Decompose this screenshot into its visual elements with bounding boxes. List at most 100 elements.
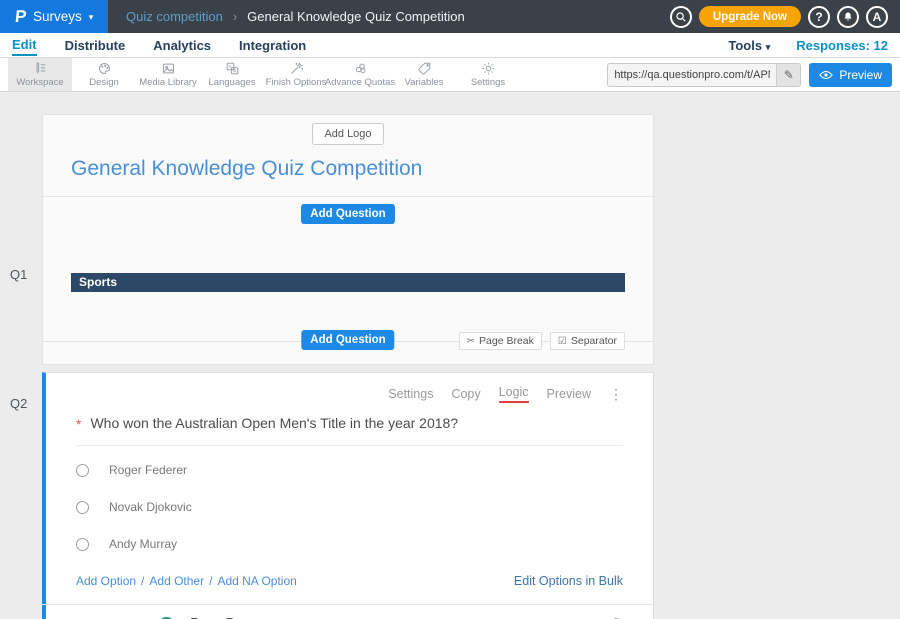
question-copy-link[interactable]: Copy bbox=[451, 387, 480, 401]
toolbar-label: Workspace bbox=[16, 77, 63, 88]
tools-menu[interactable]: Tools ▾ bbox=[728, 38, 770, 53]
toolbar-item-languages[interactable]: xA Languages bbox=[200, 58, 264, 91]
toolbar-item-variables[interactable]: Variables bbox=[392, 58, 456, 91]
more-options-icon[interactable]: ⋮ bbox=[609, 386, 623, 403]
responses-count[interactable]: Responses: 12 bbox=[796, 38, 888, 53]
question-logic-link[interactable]: Logic bbox=[499, 385, 529, 403]
add-question-button[interactable]: Add Question bbox=[301, 204, 394, 224]
toolbar-item-finish-options[interactable]: Finish Options bbox=[264, 58, 328, 91]
add-option-links: Add Option / Add Other / Add NA Option bbox=[76, 574, 297, 588]
card-footer-row: Add Question ✂ Page Break ☑ Separator bbox=[43, 330, 653, 354]
breadcrumb-parent[interactable]: Quiz competition bbox=[126, 9, 223, 24]
survey-header-card: Add Logo General Knowledge Quiz Competit… bbox=[42, 114, 654, 365]
navrow-right: Tools ▾ Responses: 12 bbox=[728, 38, 888, 53]
preview-button[interactable]: Preview bbox=[809, 63, 892, 87]
option-label[interactable]: Andy Murray bbox=[109, 537, 177, 551]
tab-integration[interactable]: Integration bbox=[239, 36, 306, 55]
option-label[interactable]: Roger Federer bbox=[109, 463, 187, 477]
chevron-down-icon: ▾ bbox=[766, 42, 771, 52]
edit-options-in-bulk-link[interactable]: Edit Options in Bulk bbox=[514, 574, 623, 588]
breadcrumb: Quiz competition › General Knowledge Qui… bbox=[108, 0, 465, 33]
tools-label: Tools bbox=[728, 38, 762, 53]
surveys-label: Surveys bbox=[33, 9, 82, 24]
toolbar-label: Finish Options bbox=[266, 77, 327, 88]
tab-analytics[interactable]: Analytics bbox=[153, 36, 211, 55]
palette-icon bbox=[97, 61, 112, 76]
magic-wand-icon bbox=[289, 61, 304, 76]
toolbar-item-settings[interactable]: Settings bbox=[456, 58, 520, 91]
option-links-row: Add Option / Add Other / Add NA Option E… bbox=[76, 574, 623, 588]
translate-icon: xA bbox=[225, 61, 240, 76]
checkbox-icon: ☑ bbox=[558, 336, 567, 347]
toolbar-label: Languages bbox=[208, 77, 255, 88]
question-number-q1: Q1 bbox=[10, 267, 27, 282]
edit-url-icon[interactable]: ✎ bbox=[776, 63, 800, 87]
workspace-icon bbox=[33, 61, 48, 76]
radio-button[interactable] bbox=[76, 464, 89, 477]
toolbar-label: Media Library bbox=[139, 77, 197, 88]
toolbar-item-design[interactable]: Design bbox=[72, 58, 136, 91]
upgrade-now-button[interactable]: Upgrade Now bbox=[699, 6, 801, 27]
questionpro-logo: P bbox=[14, 7, 27, 27]
topbar-actions: Upgrade Now ? A bbox=[670, 0, 900, 33]
preview-label: Preview bbox=[839, 68, 882, 82]
toolbar-item-media-library[interactable]: Media Library bbox=[136, 58, 200, 91]
editor-toolbar: Workspace Design Media Library xA Langua… bbox=[0, 58, 900, 92]
q1-section-title[interactable]: Sports bbox=[71, 273, 625, 292]
question-menu: Settings Copy Logic Preview ⋮ bbox=[76, 385, 623, 403]
toolbar-label: Design bbox=[89, 77, 119, 88]
separator-button[interactable]: ☑ Separator bbox=[550, 332, 625, 350]
tab-edit[interactable]: Edit bbox=[12, 35, 37, 56]
add-logo-row: Add Logo bbox=[43, 115, 653, 145]
chevron-down-icon: ▾ bbox=[89, 11, 94, 23]
option-row[interactable]: Andy Murray bbox=[76, 537, 623, 551]
option-row[interactable]: Roger Federer bbox=[76, 463, 623, 477]
question-preview-link[interactable]: Preview bbox=[547, 387, 591, 401]
workspace-content: Q1 Q2 Add Logo General Knowledge Quiz Co… bbox=[0, 92, 900, 619]
radio-button[interactable] bbox=[76, 538, 89, 551]
survey-url-input[interactable] bbox=[608, 64, 776, 86]
search-icon[interactable] bbox=[670, 6, 692, 28]
add-na-option-link[interactable]: Add NA Option bbox=[217, 574, 296, 588]
question-text[interactable]: Who won the Australian Open Men's Title … bbox=[90, 415, 458, 432]
question-text-row[interactable]: * Who won the Australian Open Men's Titl… bbox=[76, 415, 623, 446]
survey-nav: Edit Distribute Analytics Integration To… bbox=[0, 33, 900, 58]
avatar[interactable]: A bbox=[866, 6, 888, 28]
top-bar: P Surveys ▾ Quiz competition › General K… bbox=[0, 0, 900, 33]
option-row[interactable]: Novak Djokovic bbox=[76, 500, 623, 514]
survey-url-box: ✎ bbox=[607, 63, 801, 87]
scissors-icon: ✂ bbox=[467, 336, 475, 347]
quota-rings-icon bbox=[353, 61, 368, 76]
eye-icon bbox=[819, 70, 833, 80]
add-logo-button[interactable]: Add Logo bbox=[312, 123, 383, 145]
toolbar-label: Advance Quotas bbox=[325, 77, 395, 88]
image-icon bbox=[161, 61, 176, 76]
add-option-link[interactable]: Add Option bbox=[76, 574, 136, 588]
toolbar-right: ✎ Preview bbox=[607, 58, 900, 91]
survey-title[interactable]: General Knowledge Quiz Competition bbox=[71, 157, 625, 196]
option-label[interactable]: Novak Djokovic bbox=[109, 500, 192, 514]
page-break-button[interactable]: ✂ Page Break bbox=[459, 332, 542, 350]
answer-options: Roger Federer Novak Djokovic Andy Murray bbox=[76, 463, 623, 551]
validation-row: Validation Force Response ▾ bbox=[42, 604, 653, 619]
add-question-button[interactable]: Add Question bbox=[301, 330, 394, 350]
link-separator: / bbox=[209, 574, 212, 588]
question-card-q2: Settings Copy Logic Preview ⋮ * Who won … bbox=[42, 372, 654, 619]
link-separator: / bbox=[141, 574, 144, 588]
bell-icon[interactable] bbox=[837, 6, 859, 28]
toolbar-label: Settings bbox=[471, 77, 505, 88]
breadcrumb-current: General Knowledge Quiz Competition bbox=[247, 9, 465, 24]
toolbar-item-advance-quotas[interactable]: Advance Quotas bbox=[328, 58, 392, 91]
radio-button[interactable] bbox=[76, 501, 89, 514]
footer-right-buttons: ✂ Page Break ☑ Separator bbox=[459, 332, 625, 350]
question-number-q2: Q2 bbox=[10, 396, 27, 411]
toolbar-item-workspace[interactable]: Workspace bbox=[8, 58, 72, 91]
separator-label: Separator bbox=[571, 335, 617, 347]
add-other-link[interactable]: Add Other bbox=[149, 574, 204, 588]
surveys-menu[interactable]: P Surveys ▾ bbox=[0, 0, 108, 33]
tab-distribute[interactable]: Distribute bbox=[65, 36, 126, 55]
help-icon[interactable]: ? bbox=[808, 6, 830, 28]
app-window: P Surveys ▾ Quiz competition › General K… bbox=[0, 0, 900, 619]
question-settings-link[interactable]: Settings bbox=[388, 387, 433, 401]
add-question-row-1: Add Question bbox=[43, 197, 653, 231]
